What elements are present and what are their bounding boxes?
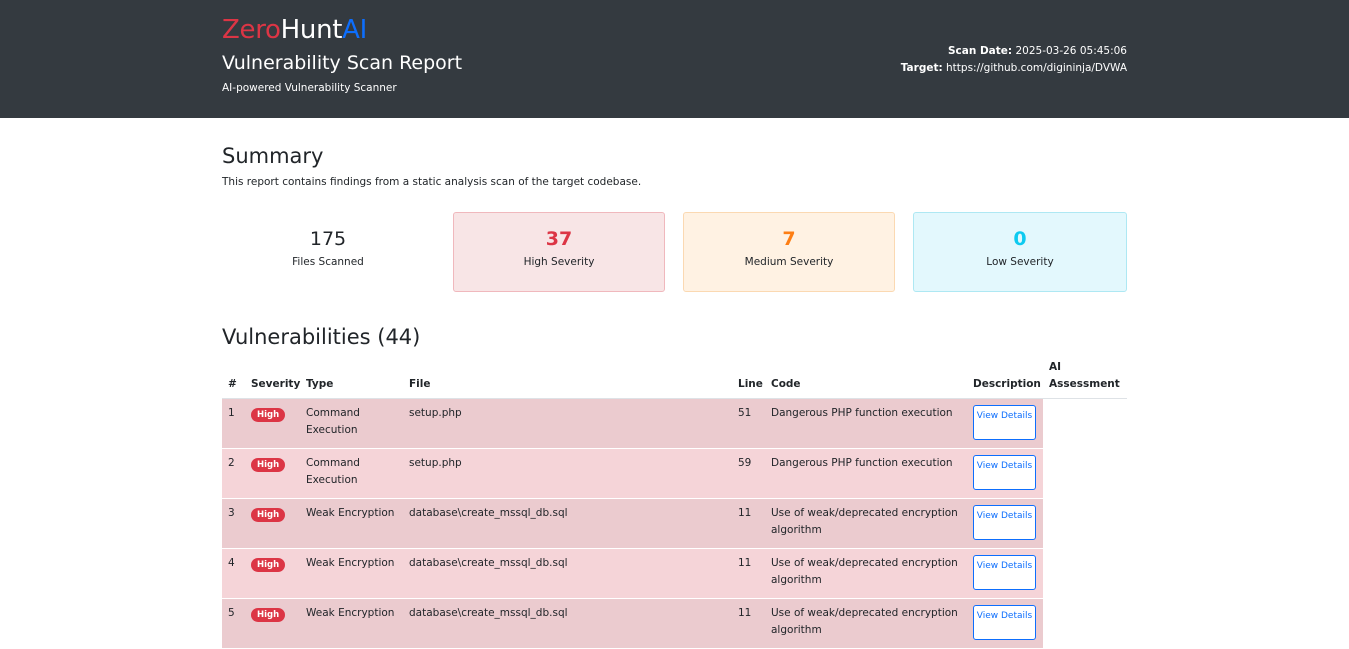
table-row: 3 High Weak Encryption database\create_m… — [222, 498, 1127, 549]
ai-assessment-cell — [1043, 448, 1127, 499]
scan-meta: Scan Date: 2025-03-26 05:45:06 Target: h… — [901, 43, 1127, 77]
low-severity-count: 0 — [1013, 228, 1027, 250]
col-header-type: Type — [300, 359, 403, 399]
app-logo: ZeroHuntAI — [222, 14, 367, 46]
col-header-severity: Severity — [245, 359, 300, 399]
vuln-line: 11 — [732, 498, 765, 549]
table-row: 4 High Weak Encryption database\create_m… — [222, 548, 1127, 599]
vuln-code: Use of weak/deprecated encryption algori… — [765, 498, 967, 549]
vuln-type: Command Execution — [300, 448, 403, 499]
table-row: 1 High Command Execution setup.php 51 Da… — [222, 398, 1127, 449]
ai-assessment-cell — [1043, 548, 1127, 599]
target-line: Target: https://github.com/digininja/DVW… — [901, 60, 1127, 77]
scan-date-value: 2025-03-26 05:45:06 — [1015, 45, 1127, 57]
vulnerabilities-table: # Severity Type File Line Code Descripti… — [222, 359, 1127, 649]
files-scanned-card: 175 Files Scanned — [222, 212, 434, 292]
table-row: 5 High Weak Encryption database\create_m… — [222, 598, 1127, 649]
summary-text: This report contains findings from a sta… — [222, 176, 642, 188]
vuln-file: setup.php — [403, 398, 732, 449]
severity-badge: High — [251, 608, 286, 622]
summary-heading: Summary — [222, 144, 324, 168]
ai-assessment-cell — [1043, 598, 1127, 649]
col-header-number: # — [222, 359, 245, 399]
medium-severity-card: 7 Medium Severity — [683, 212, 895, 292]
report-header: ZeroHuntAI Vulnerability Scan Report AI-… — [0, 0, 1349, 118]
severity-badge: High — [251, 558, 286, 572]
vuln-file: database\create_mssql_db.sql — [403, 598, 732, 649]
high-severity-card: 37 High Severity — [453, 212, 665, 292]
ai-assessment-cell — [1043, 398, 1127, 449]
logo-part-zero: Zero — [222, 15, 281, 45]
files-scanned-label: Files Scanned — [292, 256, 364, 268]
vuln-type: Weak Encryption — [300, 598, 403, 649]
row-number: 3 — [222, 498, 245, 549]
row-number: 1 — [222, 398, 245, 449]
view-details-button[interactable]: View Details — [973, 505, 1036, 540]
table-row: 2 High Command Execution setup.php 59 Da… — [222, 448, 1127, 499]
table-header-row: # Severity Type File Line Code Descripti… — [222, 359, 1127, 399]
severity-badge: High — [251, 508, 286, 522]
vuln-line: 59 — [732, 448, 765, 499]
vuln-code: Dangerous PHP function execution — [765, 398, 967, 449]
report-subtitle: AI-powered Vulnerability Scanner — [222, 82, 397, 94]
target-value: https://github.com/digininja/DVWA — [946, 62, 1127, 74]
view-details-button[interactable]: View Details — [973, 455, 1036, 490]
view-details-button[interactable]: View Details — [973, 405, 1036, 440]
files-scanned-count: 175 — [309, 228, 347, 250]
col-header-file: File — [403, 359, 732, 399]
medium-severity-label: Medium Severity — [744, 256, 834, 268]
scan-date-label: Scan Date: — [947, 45, 1013, 57]
vuln-type: Command Execution — [300, 398, 403, 449]
view-details-button[interactable]: View Details — [973, 555, 1036, 590]
view-details-button[interactable]: View Details — [973, 605, 1036, 640]
row-number: 5 — [222, 598, 245, 649]
medium-severity-count: 7 — [782, 228, 796, 250]
high-severity-count: 37 — [545, 228, 573, 250]
col-header-description: Description — [967, 359, 1043, 399]
col-header-line: Line — [732, 359, 765, 399]
low-severity-card: 0 Low Severity — [913, 212, 1127, 292]
vuln-type: Weak Encryption — [300, 548, 403, 599]
col-header-ai-assessment: AI Assessment — [1043, 359, 1127, 399]
target-label: Target: — [900, 62, 943, 74]
low-severity-label: Low Severity — [986, 256, 1054, 268]
vuln-file: database\create_mssql_db.sql — [403, 498, 732, 549]
vuln-type: Weak Encryption — [300, 498, 403, 549]
logo-part-ai: AI — [342, 15, 368, 45]
vuln-file: setup.php — [403, 448, 732, 499]
vuln-code: Dangerous PHP function execution — [765, 448, 967, 499]
logo-part-hunt: Hunt — [280, 15, 343, 45]
vuln-code: Use of weak/deprecated encryption algori… — [765, 598, 967, 649]
vuln-line: 51 — [732, 398, 765, 449]
vulnerabilities-heading: Vulnerabilities (44) — [222, 325, 421, 349]
vuln-code: Use of weak/deprecated encryption algori… — [765, 548, 967, 599]
col-header-code: Code — [765, 359, 967, 399]
severity-badge: High — [251, 408, 286, 422]
row-number: 4 — [222, 548, 245, 599]
scan-date-line: Scan Date: 2025-03-26 05:45:06 — [901, 43, 1127, 60]
report-title: Vulnerability Scan Report — [222, 52, 463, 74]
row-number: 2 — [222, 448, 245, 499]
vuln-line: 11 — [732, 598, 765, 649]
severity-badge: High — [251, 458, 286, 472]
vuln-line: 11 — [732, 548, 765, 599]
high-severity-label: High Severity — [523, 256, 595, 268]
vuln-file: database\create_mssql_db.sql — [403, 548, 732, 599]
ai-assessment-cell — [1043, 498, 1127, 549]
